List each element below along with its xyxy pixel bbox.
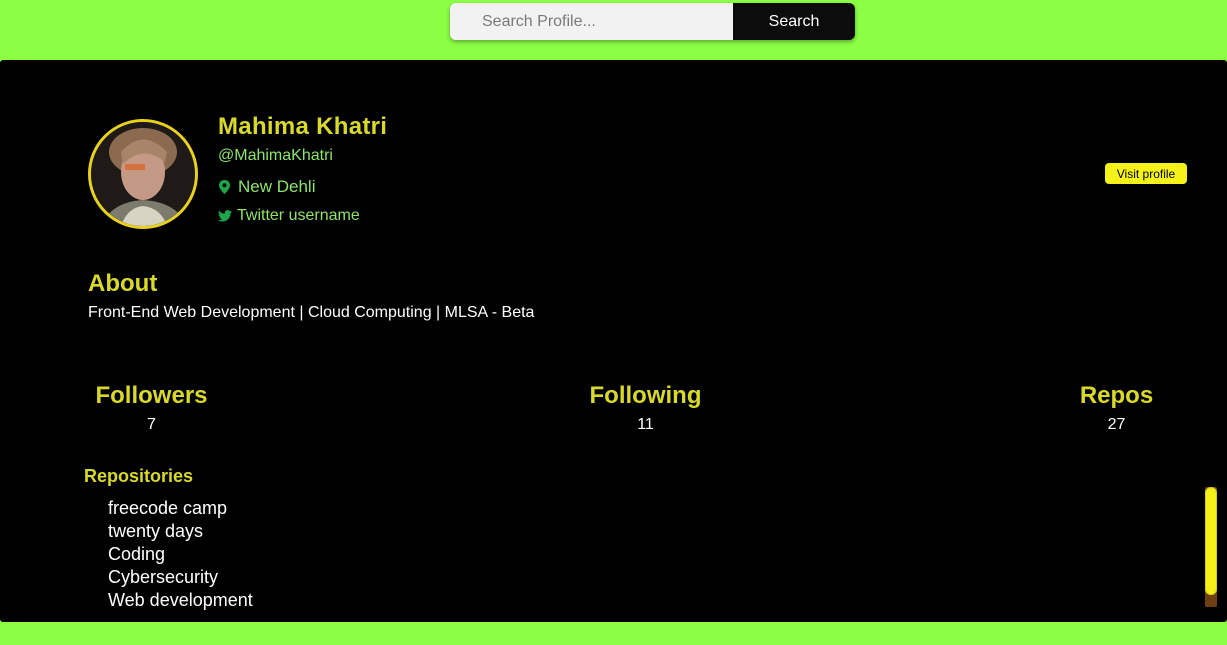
- repos-stat: Repos 27: [1076, 382, 1157, 434]
- repos-label: Repos: [1079, 382, 1154, 409]
- repository-item[interactable]: Coding: [108, 543, 253, 566]
- repos-count: 27: [1107, 416, 1126, 433]
- search-bar: Search: [450, 3, 855, 40]
- search-input[interactable]: [450, 3, 733, 40]
- profile-name: Mahima Khatri: [218, 113, 388, 140]
- following-label: Following: [589, 382, 702, 409]
- profile-handle[interactable]: @MahimaKhatri: [218, 147, 333, 165]
- search-button[interactable]: Search: [733, 3, 855, 40]
- following-count: 11: [637, 416, 654, 433]
- visit-profile-button[interactable]: Visit profile: [1105, 163, 1187, 184]
- repository-item[interactable]: freecode camp: [108, 497, 253, 520]
- twitter-icon: [218, 210, 232, 222]
- avatar: [88, 119, 198, 229]
- repository-list: freecode camp twenty days Coding Cyberse…: [108, 497, 253, 612]
- scrollbar-thumb[interactable]: [1205, 487, 1217, 595]
- scrollbar-track[interactable]: [1205, 487, 1217, 607]
- followers-stat: Followers 7: [88, 382, 215, 434]
- followers-count: 7: [147, 416, 156, 433]
- repository-item[interactable]: Cybersecurity: [108, 566, 253, 589]
- location-text: New Dehli: [238, 177, 316, 196]
- twitter-username: Twitter username: [237, 207, 360, 224]
- profile-card: Mahima Khatri @MahimaKhatri New Dehli Tw…: [0, 60, 1227, 622]
- followers-label: Followers: [95, 382, 208, 409]
- repository-item[interactable]: Web development: [108, 589, 253, 612]
- repository-item[interactable]: twenty days: [108, 520, 253, 543]
- repositories-heading: Repositories: [84, 466, 194, 486]
- about-text: Front-End Web Development | Cloud Comput…: [88, 304, 535, 321]
- location-row: New Dehli: [218, 177, 315, 197]
- location-pin-icon: [219, 180, 230, 194]
- avatar-photo-icon: [91, 122, 195, 226]
- about-heading: About: [88, 270, 158, 297]
- following-stat: Following 11: [583, 382, 708, 434]
- twitter-row[interactable]: Twitter username: [218, 207, 360, 225]
